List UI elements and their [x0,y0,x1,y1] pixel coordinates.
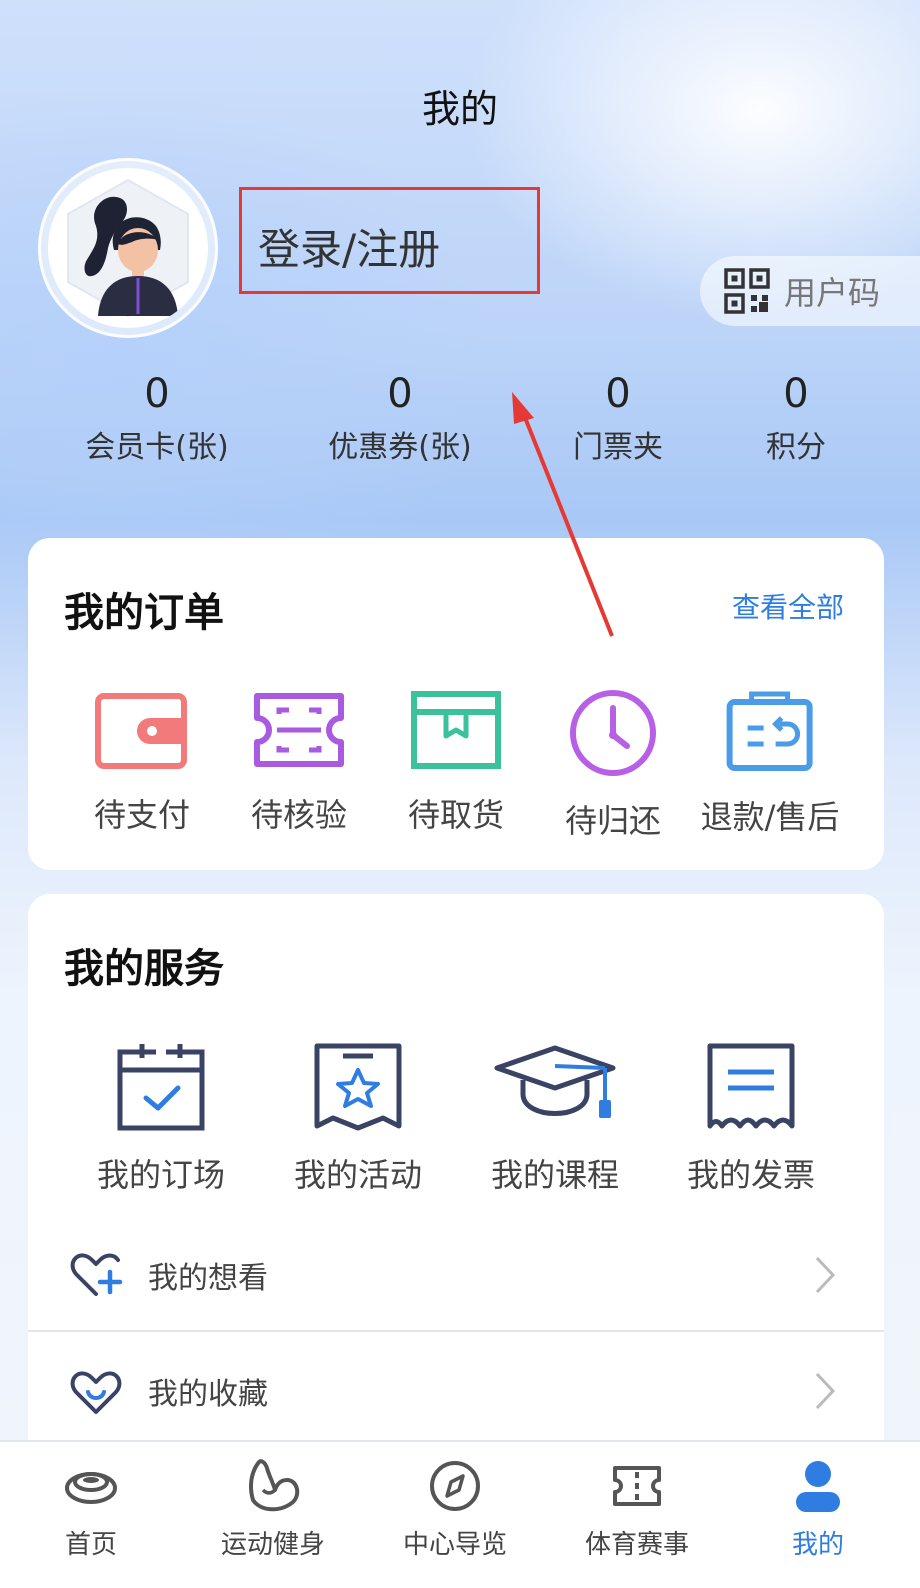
my-orders-card: 我的订单 查看全部 待支付 待核验 待取货 待归还 退款/售后 [28,538,884,870]
tab-label: 我的 [791,1530,844,1560]
service-my-courses[interactable]: 我的课程 [491,1042,619,1196]
user-icon [796,1461,840,1512]
stat-member-card[interactable]: 0 会员卡(张) [85,368,228,476]
stat-label: 会员卡(张) [85,430,229,465]
order-pending-return[interactable]: 待归还 [565,688,661,842]
invoice-icon [707,1043,795,1129]
event-ticket-icon [612,1466,661,1506]
order-refund-aftersale[interactable]: 退款/售后 [700,688,840,838]
list-item-want-to-watch[interactable]: 我的想看 [28,1218,884,1332]
heart-plus-icon [70,1253,123,1296]
avatar-ring[interactable] [38,158,218,338]
stat-value: 0 [144,371,170,417]
stat-label: 优惠券(张) [328,430,472,465]
login-register-link[interactable]: 登录/注册 [258,216,440,277]
order-status-label: 待取货 [407,796,505,834]
muscle-icon [249,1459,300,1512]
list-item-label: 我的收藏 [148,1377,268,1412]
chevron-right-icon [815,1372,836,1410]
list-item-favorites[interactable]: 我的收藏 [28,1334,884,1448]
heart-check-icon [70,1371,122,1414]
service-my-activities[interactable]: 我的活动 [294,1042,422,1196]
tab-home[interactable]: 首页 [61,1456,121,1561]
clock-icon [569,690,656,776]
calendar-check-icon [117,1044,205,1131]
service-label: 我的订场 [96,1156,226,1194]
service-my-bookings[interactable]: 我的订场 [97,1042,225,1196]
stats-row: 0 会员卡(张) 0 优惠券(张) 0 门票夹 0 积分 [0,368,920,478]
star-badge-icon [314,1043,402,1131]
stat-value: 0 [387,371,413,417]
tab-label: 首页 [64,1530,117,1560]
stat-coupon[interactable]: 0 优惠券(张) [328,368,471,476]
chevron-right-icon [815,1256,836,1294]
wallet-icon [94,693,187,769]
orders-title: 我的订单 [64,590,224,636]
qr-code-icon [724,268,770,314]
refund-icon [726,691,813,771]
service-label: 我的发票 [686,1156,816,1194]
service-label: 我的课程 [490,1156,620,1194]
tab-label: 体育赛事 [584,1530,690,1560]
order-status-label: 待支付 [93,796,191,834]
tab-fitness[interactable]: 运动健身 [221,1456,325,1561]
box-icon [410,691,501,769]
order-status-label: 待核验 [250,796,348,834]
user-code-button[interactable]: 用户码 [700,256,920,326]
order-pending-verify[interactable]: 待核验 [251,688,347,836]
ticket-scan-icon [253,693,344,767]
tab-center-guide[interactable]: 中心导览 [403,1456,507,1561]
service-my-invoices[interactable]: 我的发票 [687,1042,815,1196]
tab-sports-events[interactable]: 体育赛事 [585,1456,689,1561]
graduation-cap-icon [494,1045,616,1118]
user-code-label: 用户码 [784,274,881,312]
home-disc-icon [65,1472,117,1504]
list-item-label: 我的想看 [148,1261,268,1296]
services-title: 我的服务 [64,946,224,992]
tab-label: 中心导览 [402,1530,508,1560]
order-pending-payment[interactable]: 待支付 [94,688,190,836]
avatar[interactable] [48,168,208,328]
page-title: 我的 [421,87,498,131]
view-all-orders-link[interactable]: 查看全部 [732,586,844,626]
order-status-label: 待归还 [564,802,662,840]
stat-label: 积分 [766,430,826,465]
avatar-illustration-icon [67,178,189,318]
my-services-card: 我的服务 我的订场 我的活动 我的课程 我的发票 我的想看 我的收藏 [28,894,884,1454]
order-status-label: 退款/售后 [700,798,840,836]
bottom-tab-bar: 首页 运动健身 中心导览 体育赛事 我的 [0,1440,920,1588]
stat-value: 0 [605,371,631,417]
stat-ticket-folder[interactable]: 0 门票夹 [573,368,663,476]
stat-label: 门票夹 [573,430,663,465]
tab-label: 运动健身 [220,1530,326,1560]
service-label: 我的活动 [293,1156,423,1194]
tab-mine[interactable]: 我的 [788,1456,848,1561]
stat-value: 0 [783,371,809,417]
list-divider [28,1330,884,1332]
order-pending-pickup[interactable]: 待取货 [408,688,504,836]
compass-icon [429,1461,480,1511]
stat-points[interactable]: 0 积分 [766,368,826,476]
